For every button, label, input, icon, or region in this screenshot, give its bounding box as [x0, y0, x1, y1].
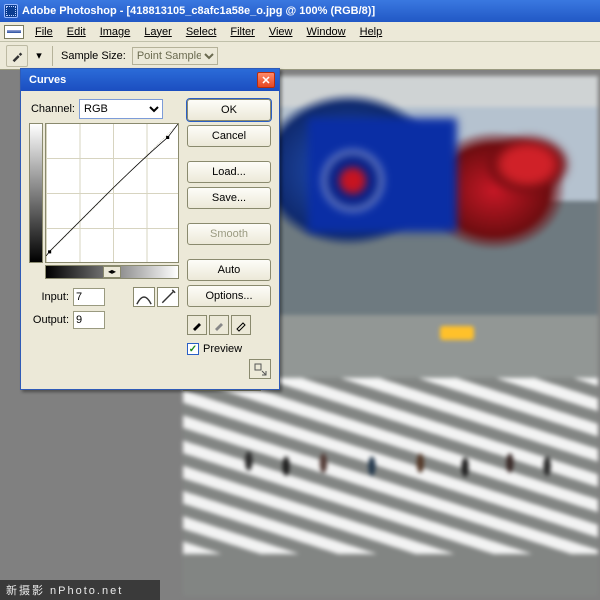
- curve-pencil-tool-icon[interactable]: [157, 287, 179, 307]
- channel-select[interactable]: RGB: [79, 99, 163, 119]
- menu-help[interactable]: Help: [353, 24, 390, 40]
- menu-filter[interactable]: Filter: [223, 24, 261, 40]
- curves-grid[interactable]: [45, 123, 179, 263]
- channel-label: Channel:: [29, 103, 75, 115]
- white-point-eyedropper-icon[interactable]: [231, 315, 251, 335]
- options-bar: ▾ Sample Size: Point Sample: [0, 42, 600, 70]
- options-button[interactable]: Options...: [187, 285, 271, 307]
- app-icon: [4, 4, 18, 18]
- app-name: Adobe Photoshop: [22, 5, 117, 17]
- menu-file[interactable]: File: [28, 24, 60, 40]
- input-field[interactable]: [73, 288, 105, 306]
- curves-titlebar[interactable]: Curves ✕: [21, 69, 279, 91]
- menu-image[interactable]: Image: [93, 24, 138, 40]
- menu-bar: File Edit Image Layer Select Filter View…: [0, 22, 600, 42]
- tool-preset-dropdown-icon[interactable]: ▾: [34, 45, 44, 67]
- preview-checkbox[interactable]: ✓: [187, 343, 199, 355]
- options-divider: [52, 46, 53, 66]
- save-button[interactable]: Save...: [187, 187, 271, 209]
- close-button[interactable]: ✕: [257, 72, 275, 88]
- input-label: Input:: [29, 291, 69, 303]
- output-gradient: [29, 123, 43, 263]
- smooth-button: Smooth: [187, 223, 271, 245]
- black-point-eyedropper-icon[interactable]: [187, 315, 207, 335]
- output-label: Output:: [29, 314, 69, 326]
- curves-title: Curves: [29, 74, 66, 86]
- document-proxy-icon[interactable]: [4, 25, 24, 39]
- menu-view[interactable]: View: [262, 24, 300, 40]
- preview-label: Preview: [203, 343, 242, 355]
- output-field[interactable]: [73, 311, 105, 329]
- window-titlebar: Adobe Photoshop - [418813105_c8afc1a58e_…: [0, 0, 600, 22]
- input-gradient[interactable]: ◂▸: [45, 265, 179, 279]
- ok-button[interactable]: OK: [187, 99, 271, 121]
- menu-layer[interactable]: Layer: [137, 24, 179, 40]
- menu-window[interactable]: Window: [300, 24, 353, 40]
- sample-size-select[interactable]: Point Sample: [132, 47, 218, 65]
- eyedropper-tool-icon[interactable]: [6, 45, 28, 67]
- sample-size-label: Sample Size:: [61, 50, 126, 62]
- menu-select[interactable]: Select: [179, 24, 224, 40]
- watermark: 新摄影 nPhoto.net: [0, 580, 160, 600]
- cancel-button[interactable]: Cancel: [187, 125, 271, 147]
- dialog-resize-icon[interactable]: [249, 359, 271, 379]
- curve-point-tool-icon[interactable]: [133, 287, 155, 307]
- document-title: [418813105_c8afc1a58e_o.jpg @ 100% (RGB/…: [127, 5, 376, 17]
- window-title: Adobe Photoshop - [418813105_c8afc1a58e_…: [22, 5, 375, 17]
- curves-dialog: Curves ✕ Channel: RGB: [20, 68, 280, 390]
- gray-point-eyedropper-icon[interactable]: [209, 315, 229, 335]
- menu-edit[interactable]: Edit: [60, 24, 93, 40]
- gradient-midpoint-icon[interactable]: ◂▸: [103, 266, 121, 278]
- load-button[interactable]: Load...: [187, 161, 271, 183]
- auto-button[interactable]: Auto: [187, 259, 271, 281]
